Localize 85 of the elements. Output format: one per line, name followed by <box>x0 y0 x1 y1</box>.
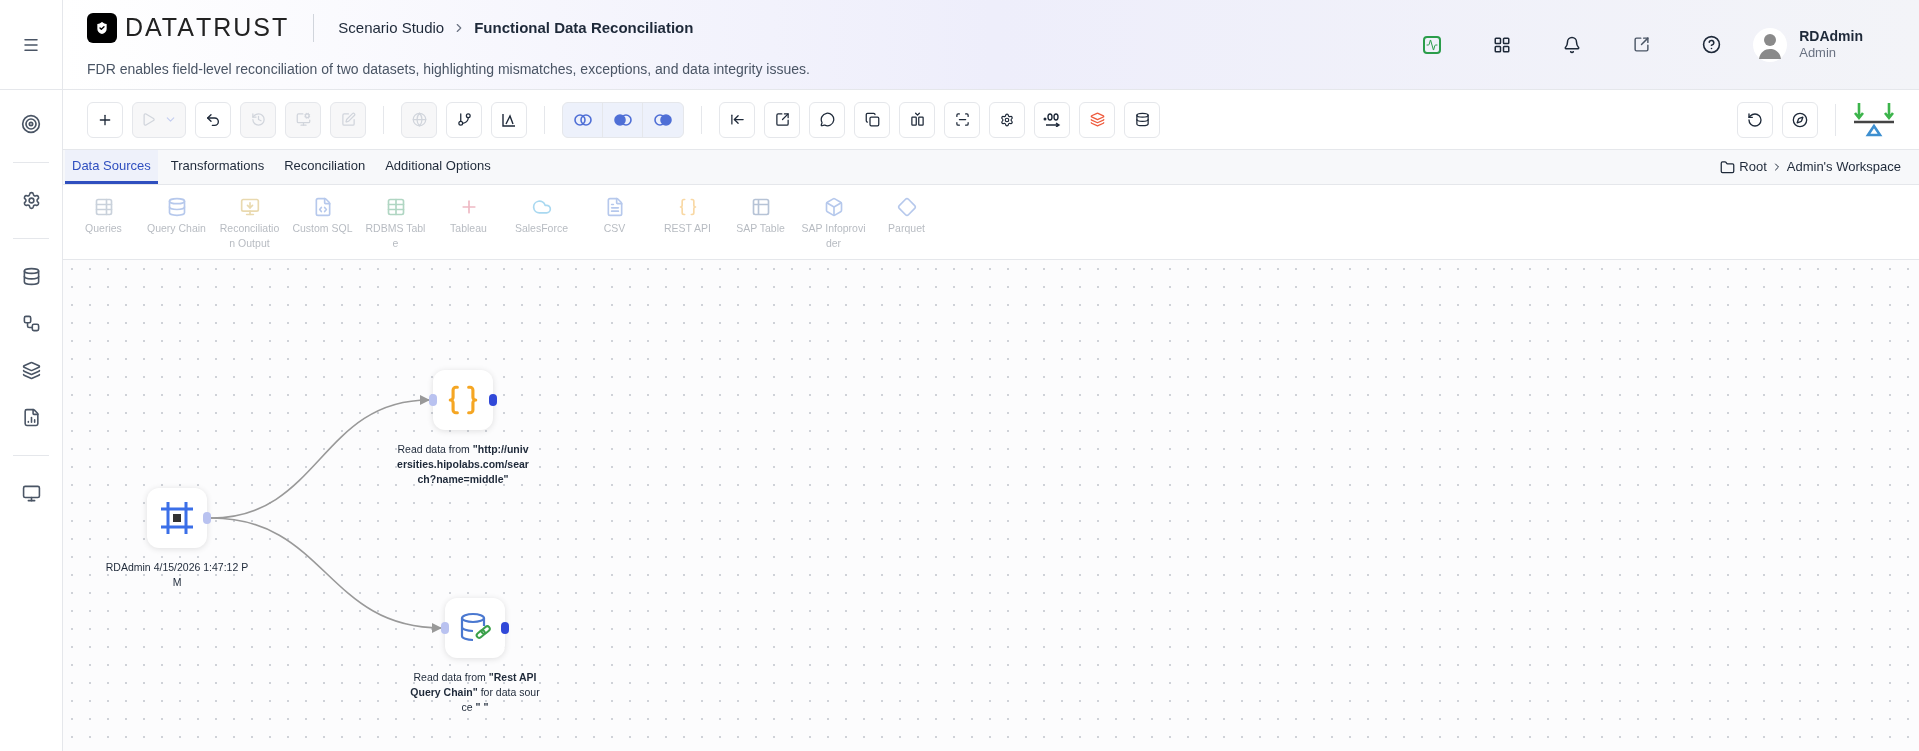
tab[interactable]: Data Sources <box>65 150 158 184</box>
overlap-icon <box>654 113 672 126</box>
folder-icon <box>1720 159 1736 175</box>
breadcrumb-link[interactable]: Scenario Studio <box>338 16 445 40</box>
target-icon[interactable] <box>21 114 41 134</box>
output-handle[interactable] <box>501 622 509 634</box>
cube-icon <box>823 197 844 217</box>
user-name: RDAdmin <box>1799 27 1863 46</box>
page-title: Functional Data Reconciliation <box>474 17 694 38</box>
node-label: Read data from "http://universities.hipolabs.com/search?name=middle" <box>397 442 529 487</box>
node-label: RDAdmin 4/15/2026 1:47:12 PM <box>104 560 250 590</box>
edit-icon <box>340 112 356 127</box>
decimal-button[interactable] <box>1034 101 1070 138</box>
branch-button[interactable] <box>446 101 482 138</box>
monitor-icon[interactable] <box>21 484 41 503</box>
grid-frame-icon <box>159 500 195 536</box>
input-handle[interactable] <box>429 394 437 406</box>
copy-icon <box>864 112 880 127</box>
report-icon[interactable] <box>21 408 41 427</box>
activity-icon[interactable] <box>1423 35 1442 54</box>
avatar[interactable] <box>1753 27 1788 62</box>
comment-icon <box>819 112 835 127</box>
output-handle[interactable] <box>203 512 211 524</box>
layers-button[interactable] <box>1079 101 1115 138</box>
output-handle[interactable] <box>489 394 497 406</box>
join-type-toggle[interactable] <box>562 101 684 138</box>
compass-icon <box>1792 111 1808 128</box>
table-icon <box>385 197 406 217</box>
copy-button[interactable] <box>854 101 890 138</box>
version-button[interactable] <box>1737 101 1773 138</box>
scan-icon <box>954 112 970 127</box>
layers-icon[interactable] <box>21 361 41 380</box>
diamond-icon <box>896 197 917 217</box>
logo-text: DATATRUST <box>125 12 290 44</box>
decimal-arrow-icon <box>1043 112 1061 127</box>
braces-icon <box>677 197 698 217</box>
table-icon <box>750 197 771 217</box>
columns-icon <box>909 112 925 127</box>
compass-button[interactable] <box>1782 101 1818 138</box>
arrow-to-line-icon <box>729 112 745 127</box>
input-handle[interactable] <box>441 622 449 634</box>
braces-icon <box>446 383 480 417</box>
overlap-icon <box>613 113 632 126</box>
branch-icon <box>456 112 472 127</box>
layers-icon <box>1089 112 1105 127</box>
undo-button[interactable] <box>195 101 231 138</box>
settings-icon[interactable] <box>21 191 41 210</box>
cloud-icon <box>531 197 552 217</box>
settings-icon <box>1000 112 1014 127</box>
chart-icon <box>501 111 517 128</box>
scan-button[interactable] <box>944 101 980 138</box>
node-label: Read data from "Rest API Query Chain" for data source " " <box>409 670 541 715</box>
tab[interactable]: Reconciliation <box>277 150 373 184</box>
page-description: FDR enables field-level reconciliation of two datasets, highlighting mismatches, exceptions, and data integrity issues. <box>87 59 811 79</box>
split-button[interactable] <box>899 101 935 138</box>
database-icon <box>1134 112 1150 127</box>
restore-icon <box>1747 111 1763 128</box>
path-workspace[interactable]: Admin's Workspace <box>1786 157 1901 177</box>
collapse-button[interactable] <box>719 101 755 138</box>
monitor-gear-icon <box>295 112 311 127</box>
overlap-icon <box>573 113 592 126</box>
balance-logo <box>1853 101 1895 138</box>
external-link-icon <box>774 112 790 127</box>
path-root[interactable]: Root <box>1739 157 1767 177</box>
database-icon[interactable] <box>21 267 41 286</box>
logo-mark <box>87 13 117 43</box>
comment-button[interactable] <box>809 101 845 138</box>
history-icon <box>250 112 266 127</box>
export-button[interactable] <box>764 101 800 138</box>
play-icon <box>141 112 156 127</box>
undo-icon <box>205 111 221 128</box>
database-button[interactable] <box>1124 101 1160 138</box>
monitor-download-icon <box>239 197 260 217</box>
chart-button[interactable] <box>491 101 527 138</box>
workflow-icon[interactable] <box>21 314 41 333</box>
globe-icon <box>411 112 427 127</box>
tab[interactable]: Additional Options <box>378 150 498 184</box>
help-icon[interactable] <box>1702 35 1722 54</box>
tab[interactable]: Transformations <box>163 150 272 184</box>
apps-icon[interactable] <box>1493 35 1512 54</box>
settings-button[interactable] <box>989 101 1025 138</box>
external-link-icon[interactable] <box>1633 36 1651 53</box>
user-role: Admin <box>1799 45 1838 62</box>
add-button[interactable] <box>87 101 123 138</box>
notification-icon[interactable] <box>1563 35 1582 54</box>
